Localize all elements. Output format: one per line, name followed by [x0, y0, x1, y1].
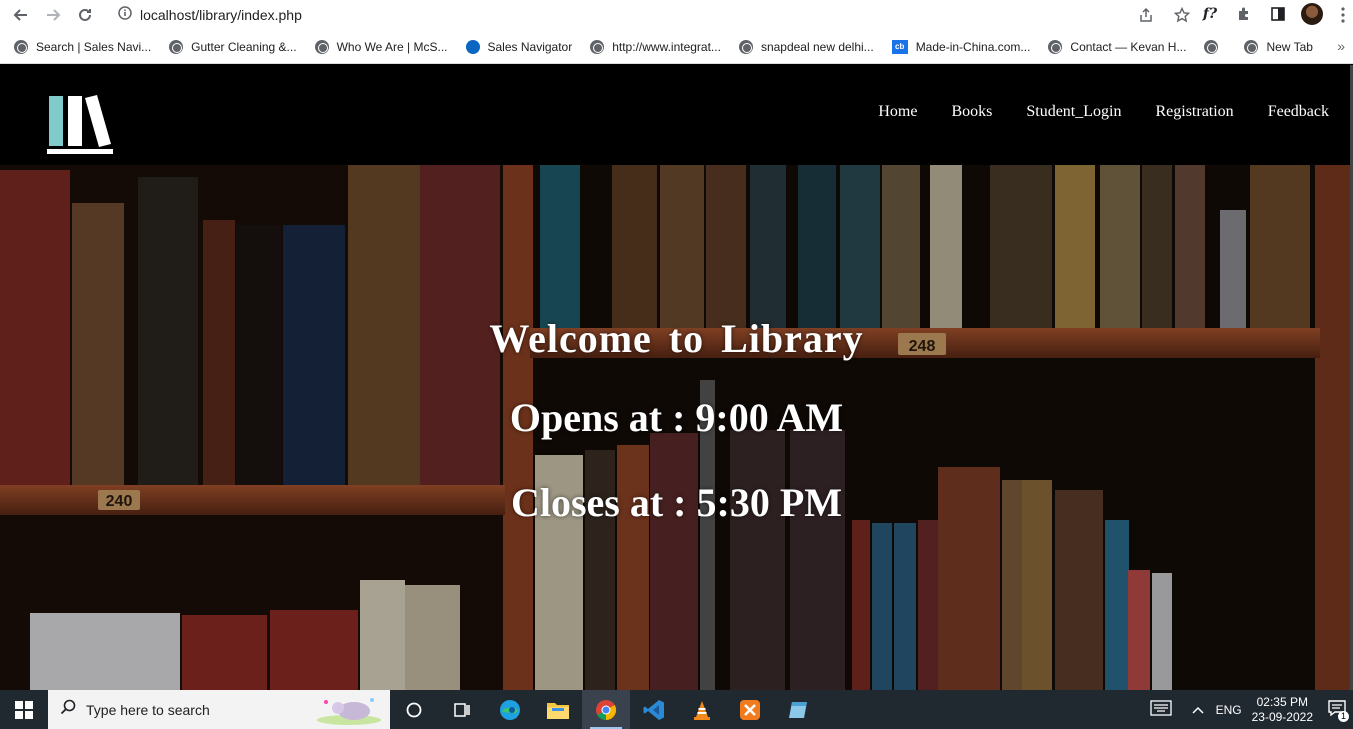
cb-icon: cb — [891, 39, 908, 54]
bookmark-label: Contact — Kevan H... — [1070, 39, 1187, 54]
xampp-icon[interactable] — [726, 690, 774, 729]
reload-icon[interactable] — [74, 4, 96, 26]
windows-start-icon[interactable] — [0, 690, 48, 729]
bookmark-item[interactable]: http://www.integrat... — [590, 39, 721, 54]
bookmark-label: Sales Navigator — [487, 39, 573, 54]
globe-icon — [1048, 39, 1063, 54]
main-nav: Home Books Student_Login Registration Fe… — [878, 103, 1329, 121]
browser-toolbar: localhost/library/index.php f? — [0, 0, 1353, 30]
web-page: Home Books Student_Login Registration Fe… — [0, 65, 1353, 690]
nav-student-login[interactable]: Student_Login — [1026, 103, 1121, 121]
edge-browser-icon[interactable] — [486, 690, 534, 729]
bookmark-item[interactable]: Search | Sales Navi... — [14, 39, 152, 54]
notification-icon[interactable]: 1 — [1327, 699, 1349, 722]
search-icon — [60, 699, 76, 720]
vlc-icon[interactable] — [678, 690, 726, 729]
clock[interactable]: 02:35 PM 23-09-2022 — [1252, 695, 1313, 725]
search-placeholder: Type here to search — [86, 701, 210, 718]
globe-icon — [314, 39, 329, 54]
task-view-icon[interactable] — [390, 690, 438, 729]
chevron-up-icon[interactable] — [1192, 703, 1204, 717]
bookmark-label: Who We Are | McS... — [336, 39, 448, 54]
forward-icon[interactable] — [42, 4, 64, 26]
search-highlight-illustration — [317, 698, 381, 725]
nav-home[interactable]: Home — [878, 103, 917, 121]
bookmark-star-icon[interactable] — [1171, 4, 1193, 26]
opening-time: Opens at : 9:00 AM — [509, 395, 844, 440]
hero-title: Welcome to Library — [489, 316, 864, 361]
bookmark-label: New Tab — [1266, 39, 1313, 54]
globe-icon — [1244, 39, 1259, 54]
profile-avatar[interactable] — [1301, 3, 1323, 25]
clock-date: 23-09-2022 — [1251, 709, 1313, 724]
side-panel-icon[interactable] — [1267, 3, 1289, 25]
globe-icon — [169, 39, 184, 54]
nav-registration[interactable]: Registration — [1155, 103, 1233, 121]
nav-books[interactable]: Books — [951, 103, 992, 121]
hero-section: 240 248 Welcome to Library Opens at : 9:… — [0, 165, 1353, 690]
globe-icon — [738, 39, 753, 54]
globe-icon — [1204, 39, 1219, 54]
menu-dots-icon[interactable] — [1341, 7, 1345, 28]
bookmark-label: Made-in-China.com... — [915, 39, 1031, 54]
file-explorer-icon[interactable] — [534, 690, 582, 729]
bookmark-item[interactable]: cb Made-in-China.com... — [891, 39, 1031, 54]
language-indicator[interactable]: ENG — [1216, 703, 1242, 717]
bookmark-item[interactable]: Contact — Kevan H... — [1048, 39, 1187, 54]
puzzle-icon[interactable] — [1233, 3, 1255, 25]
nav-feedback[interactable]: Feedback — [1268, 103, 1329, 121]
chrome-browser-icon[interactable] — [582, 690, 630, 729]
bookmark-item[interactable]: Sales Navigator — [465, 39, 573, 54]
sales-navigator-icon — [465, 39, 480, 54]
bookmark-label: Search | Sales Navi... — [36, 39, 152, 54]
bookmark-item[interactable]: snapdeal new delhi... — [738, 39, 874, 54]
hero-text-block: Welcome to Library Opens at : 9:00 AM Cl… — [0, 315, 1353, 526]
back-icon[interactable] — [10, 4, 32, 26]
notepad-app-icon[interactable] — [774, 690, 822, 729]
bookmark-item[interactable]: Gutter Cleaning &... — [169, 39, 297, 54]
info-icon[interactable] — [118, 5, 132, 25]
address-bar[interactable]: localhost/library/index.php — [108, 2, 1193, 28]
share-icon[interactable] — [1135, 4, 1157, 26]
system-tray: ENG 02:35 PM 23-09-2022 1 — [1149, 690, 1353, 729]
chevron-right-double-icon[interactable]: » — [1337, 38, 1345, 54]
closing-time: Closes at : 5:30 PM — [510, 480, 843, 525]
globe-icon — [590, 39, 605, 54]
taskbar-search-box[interactable]: Type here to search — [48, 690, 390, 729]
vscode-icon[interactable] — [630, 690, 678, 729]
site-header: Home Books Student_Login Registration Fe… — [0, 65, 1353, 165]
notification-count: 1 — [1338, 711, 1349, 722]
extension-fx-icon[interactable]: f? — [1199, 3, 1221, 25]
library-logo[interactable] — [47, 94, 113, 156]
url-text: localhost/library/index.php — [140, 7, 302, 23]
widgets-icon[interactable] — [438, 690, 486, 729]
bookmark-label: http://www.integrat... — [612, 39, 721, 54]
bookmark-item[interactable]: Who We Are | McS... — [314, 39, 448, 54]
bookmark-label: Gutter Cleaning &... — [191, 39, 297, 54]
bookmark-label: snapdeal new delhi... — [760, 39, 874, 54]
bookmarks-bar: Search | Sales Navi... Gutter Cleaning &… — [0, 30, 1353, 64]
clock-time: 02:35 PM — [1256, 694, 1308, 709]
windows-taskbar: Type here to search ENG 02:35 PM 23-09-2… — [0, 690, 1353, 729]
bookmark-item[interactable] — [1204, 39, 1226, 54]
bookmark-item[interactable]: New Tab — [1244, 39, 1313, 54]
touch-keyboard-icon[interactable] — [1149, 700, 1172, 719]
globe-icon — [14, 39, 28, 54]
